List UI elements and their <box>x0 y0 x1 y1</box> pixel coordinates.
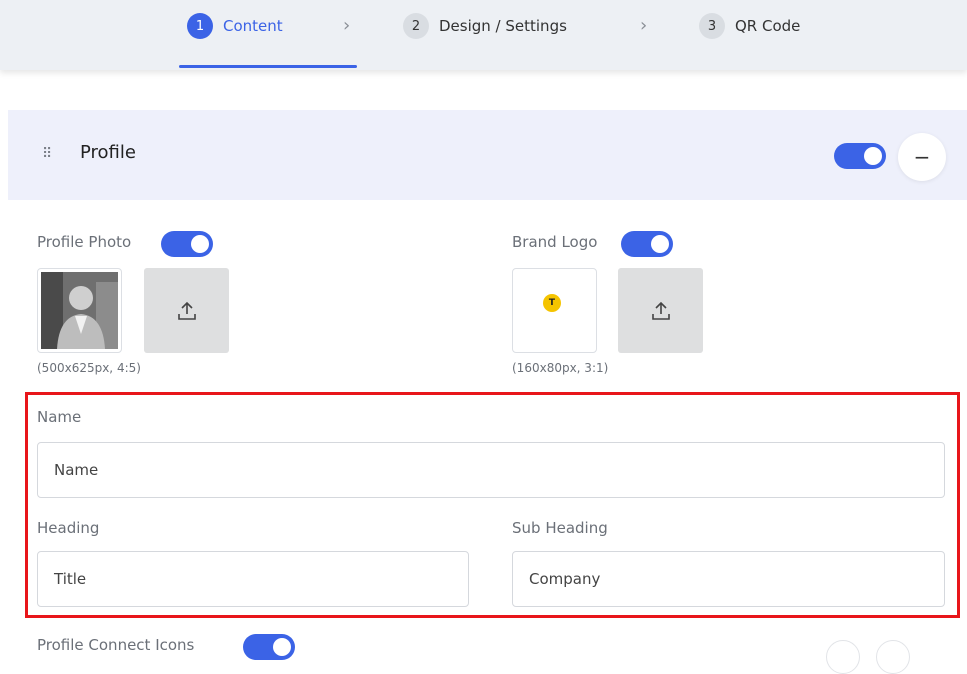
collapse-button[interactable]: − <box>898 133 946 181</box>
profile-photo-label: Profile Photo <box>37 233 132 251</box>
brand-logo-upload-button[interactable] <box>618 268 703 353</box>
connect-icons-label: Profile Connect Icons <box>37 636 195 654</box>
highlight-box <box>25 392 960 618</box>
toggle-knob <box>651 235 669 253</box>
minus-icon: − <box>913 145 931 169</box>
connect-icon-circle[interactable] <box>876 640 910 674</box>
brand-logo-thumbnail[interactable]: T <box>512 268 597 353</box>
profile-photo-toggle[interactable] <box>161 231 213 257</box>
step-design-settings[interactable]: 2 Design / Settings <box>403 13 567 39</box>
step-label: Design / Settings <box>439 17 567 35</box>
active-step-indicator <box>179 65 357 68</box>
card-title: Profile <box>80 142 136 163</box>
upload-icon <box>651 301 670 320</box>
chevron-right-icon: › <box>640 15 648 36</box>
brand-logo-label: Brand Logo <box>512 233 598 251</box>
profile-card-header[interactable]: ⠿ Profile − <box>8 110 967 200</box>
toggle-knob <box>864 147 882 165</box>
logo-letter: T <box>548 298 556 308</box>
connect-icons-toggle[interactable] <box>243 634 295 660</box>
step-number: 2 <box>403 13 429 39</box>
profile-photo-upload-button[interactable] <box>144 268 229 353</box>
step-number: 3 <box>699 13 725 39</box>
connect-icon-circle[interactable] <box>826 640 860 674</box>
toggle-knob <box>273 638 291 656</box>
step-label: Content <box>223 17 283 35</box>
brand-logo-toggle[interactable] <box>621 231 673 257</box>
step-label: QR Code <box>735 17 801 35</box>
chevron-right-icon: › <box>343 15 351 36</box>
profile-section-toggle[interactable] <box>834 143 886 169</box>
step-content[interactable]: 1 Content <box>187 13 283 39</box>
step-qr-code[interactable]: 3 QR Code <box>699 13 800 39</box>
drag-handle-icon[interactable]: ⠿ <box>42 146 52 162</box>
brand-logo-image: T <box>543 294 561 312</box>
profile-photo-thumbnail[interactable] <box>37 268 122 353</box>
toggle-knob <box>191 235 209 253</box>
stepper-bar: 1 Content › 2 Design / Settings › 3 QR C… <box>0 0 967 70</box>
step-number: 1 <box>187 13 213 39</box>
brand-logo-hint: (160x80px, 3:1) <box>512 361 609 375</box>
profile-photo-image <box>41 272 118 349</box>
profile-photo-hint: (500x625px, 4:5) <box>37 361 141 375</box>
upload-icon <box>177 301 196 320</box>
